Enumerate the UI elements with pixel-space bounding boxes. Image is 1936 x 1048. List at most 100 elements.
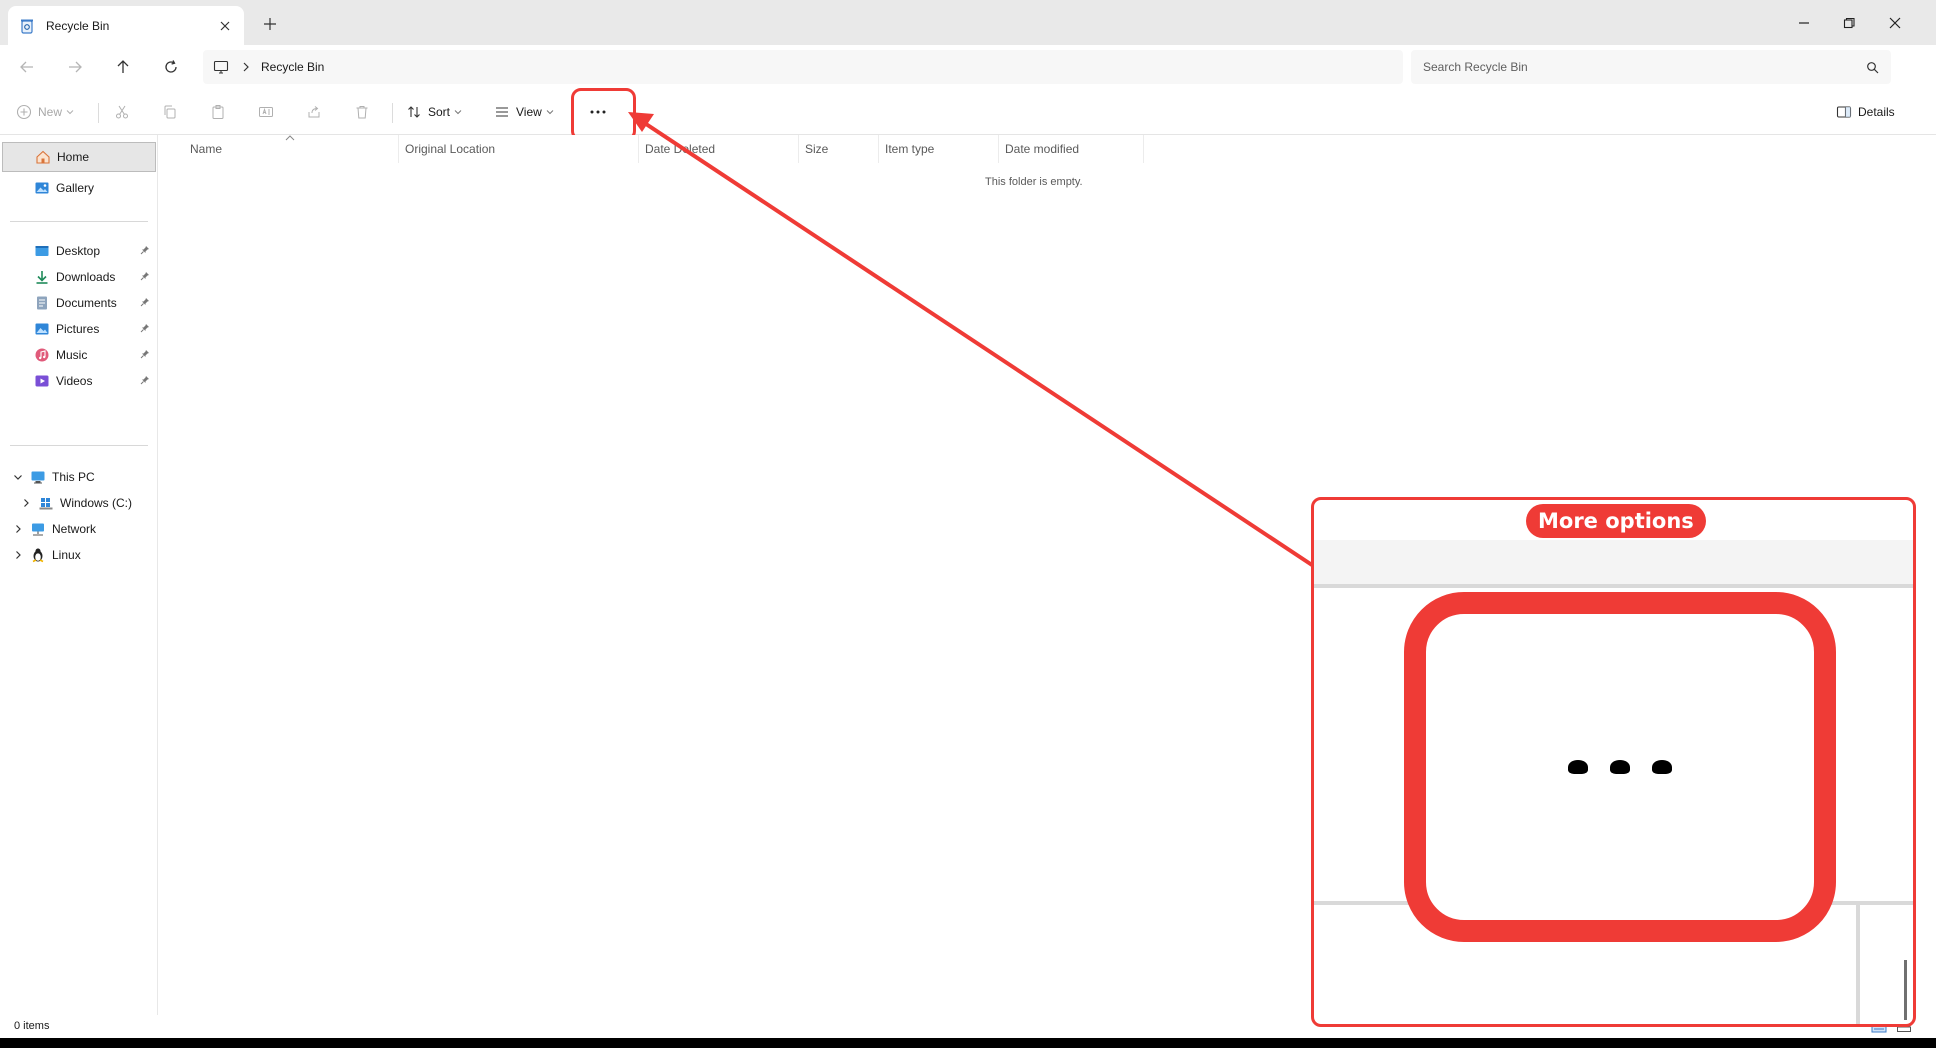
breadcrumb-recycle-bin[interactable]: Recycle Bin [261, 60, 324, 74]
plus-icon[interactable] [260, 14, 280, 34]
share-button[interactable] [306, 97, 322, 127]
forward-arrow-icon[interactable] [62, 54, 88, 80]
back-arrow-icon[interactable] [14, 54, 40, 80]
pictures-icon [34, 321, 50, 337]
new-button[interactable]: New [16, 97, 74, 127]
address-row: Recycle Bin [0, 45, 1936, 89]
command-bar: New Sort View Details [0, 89, 1936, 135]
this-pc-icon [30, 469, 46, 485]
gallery-icon [34, 180, 50, 196]
pin-icon[interactable] [140, 349, 150, 359]
search-input[interactable] [1423, 60, 1866, 74]
item-count: 0 items [14, 1020, 50, 1032]
sidebar-item-label: Videos [56, 374, 93, 388]
tab-bar: Recycle Bin [0, 0, 1936, 45]
column-header-item-type[interactable]: Item type [879, 135, 999, 163]
sidebar-item-home[interactable]: Home [2, 142, 156, 172]
home-icon [35, 149, 51, 165]
zoom-column-divider [1856, 905, 1860, 1024]
pin-icon[interactable] [140, 245, 150, 255]
paste-button[interactable] [210, 97, 226, 127]
column-header-date-modified[interactable]: Date modified [999, 135, 1144, 163]
taskbar-edge [0, 1038, 1936, 1048]
pin-icon[interactable] [140, 375, 150, 385]
sidebar-item-label: This PC [52, 470, 95, 484]
pin-icon[interactable] [140, 271, 150, 281]
view-label: View [516, 105, 542, 119]
sort-label: Sort [428, 105, 451, 119]
restore-icon[interactable] [1836, 10, 1862, 36]
more-options-icon [1426, 614, 1814, 920]
monitor-icon [213, 59, 229, 75]
sidebar-divider [10, 221, 148, 222]
search-icon[interactable] [1866, 61, 1879, 74]
new-label: New [38, 105, 63, 119]
cut-button[interactable] [114, 97, 130, 127]
empty-folder-message: This folder is empty. [985, 176, 1083, 188]
address-bar[interactable]: Recycle Bin [203, 50, 1403, 84]
chevron-right-icon[interactable] [12, 549, 24, 561]
sidebar-item-label: Documents [56, 296, 117, 310]
annotation-label: More options [1526, 504, 1706, 538]
minimize-icon[interactable] [1791, 10, 1817, 36]
new-icon [16, 104, 32, 120]
sidebar-item-label: Gallery [56, 181, 95, 195]
sort-button[interactable]: Sort [406, 97, 462, 127]
zoom-toolbar-strip [1314, 540, 1913, 588]
rename-button[interactable] [258, 97, 274, 127]
paste-icon [210, 104, 226, 120]
sidebar-item-label: Network [52, 522, 97, 536]
view-button[interactable]: View [494, 97, 554, 127]
drive-icon [38, 495, 54, 511]
column-header-size[interactable]: Size [799, 135, 879, 163]
music-icon [34, 347, 50, 363]
chevron-down-icon [546, 108, 554, 116]
documents-icon [34, 295, 50, 311]
close-window-icon[interactable] [1882, 10, 1908, 36]
sidebar-item-linux[interactable]: Linux [2, 540, 156, 570]
details-button[interactable]: Details [1836, 97, 1899, 127]
copy-button[interactable] [162, 97, 178, 127]
downloads-icon [34, 269, 50, 285]
pin-icon[interactable] [140, 323, 150, 333]
navigation-pane: Home Gallery Desktop Downloads Documents [0, 135, 158, 1015]
search-box[interactable] [1411, 50, 1891, 84]
delete-icon [354, 104, 370, 120]
linux-icon [30, 547, 46, 563]
column-header-original-location[interactable]: Original Location [399, 135, 639, 163]
sidebar-item-gallery[interactable]: Gallery [2, 173, 156, 203]
chevron-down-icon [454, 108, 462, 116]
share-icon [306, 104, 322, 120]
sidebar-item-videos[interactable]: Videos [2, 366, 156, 396]
up-arrow-icon[interactable] [110, 54, 136, 80]
sidebar-item-label: Downloads [56, 270, 116, 284]
chevron-right-icon[interactable] [20, 497, 32, 509]
sort-icon [406, 104, 422, 120]
delete-button[interactable] [354, 97, 370, 127]
command-separator [98, 103, 99, 123]
chevron-right-icon[interactable] [12, 523, 24, 535]
sidebar-item-label: Pictures [56, 322, 100, 336]
rename-icon [258, 104, 274, 120]
pin-icon[interactable] [140, 297, 150, 307]
sidebar-divider [10, 445, 148, 446]
close-icon[interactable] [216, 17, 234, 35]
cut-icon [114, 104, 130, 120]
more-options-highlight [571, 88, 636, 141]
sidebar-item-label: Music [56, 348, 88, 362]
column-header-date-deleted[interactable]: Date Deleted [639, 135, 799, 163]
details-pane-icon [1836, 104, 1852, 120]
command-separator [392, 103, 393, 123]
sidebar-item-label: Linux [52, 548, 81, 562]
chevron-right-icon [241, 62, 251, 72]
refresh-icon[interactable] [158, 54, 184, 80]
details-label: Details [1858, 105, 1895, 119]
network-icon [30, 521, 46, 537]
sidebar-item-label: Home [57, 150, 90, 164]
tab-recycle-bin[interactable]: Recycle Bin [8, 6, 244, 45]
sidebar-item-label: Desktop [56, 244, 101, 258]
view-icon [494, 104, 510, 120]
sidebar-item-label: Windows (C:) [60, 496, 133, 510]
chevron-down-icon[interactable] [12, 471, 24, 483]
column-header-name[interactable]: Name [184, 135, 399, 163]
